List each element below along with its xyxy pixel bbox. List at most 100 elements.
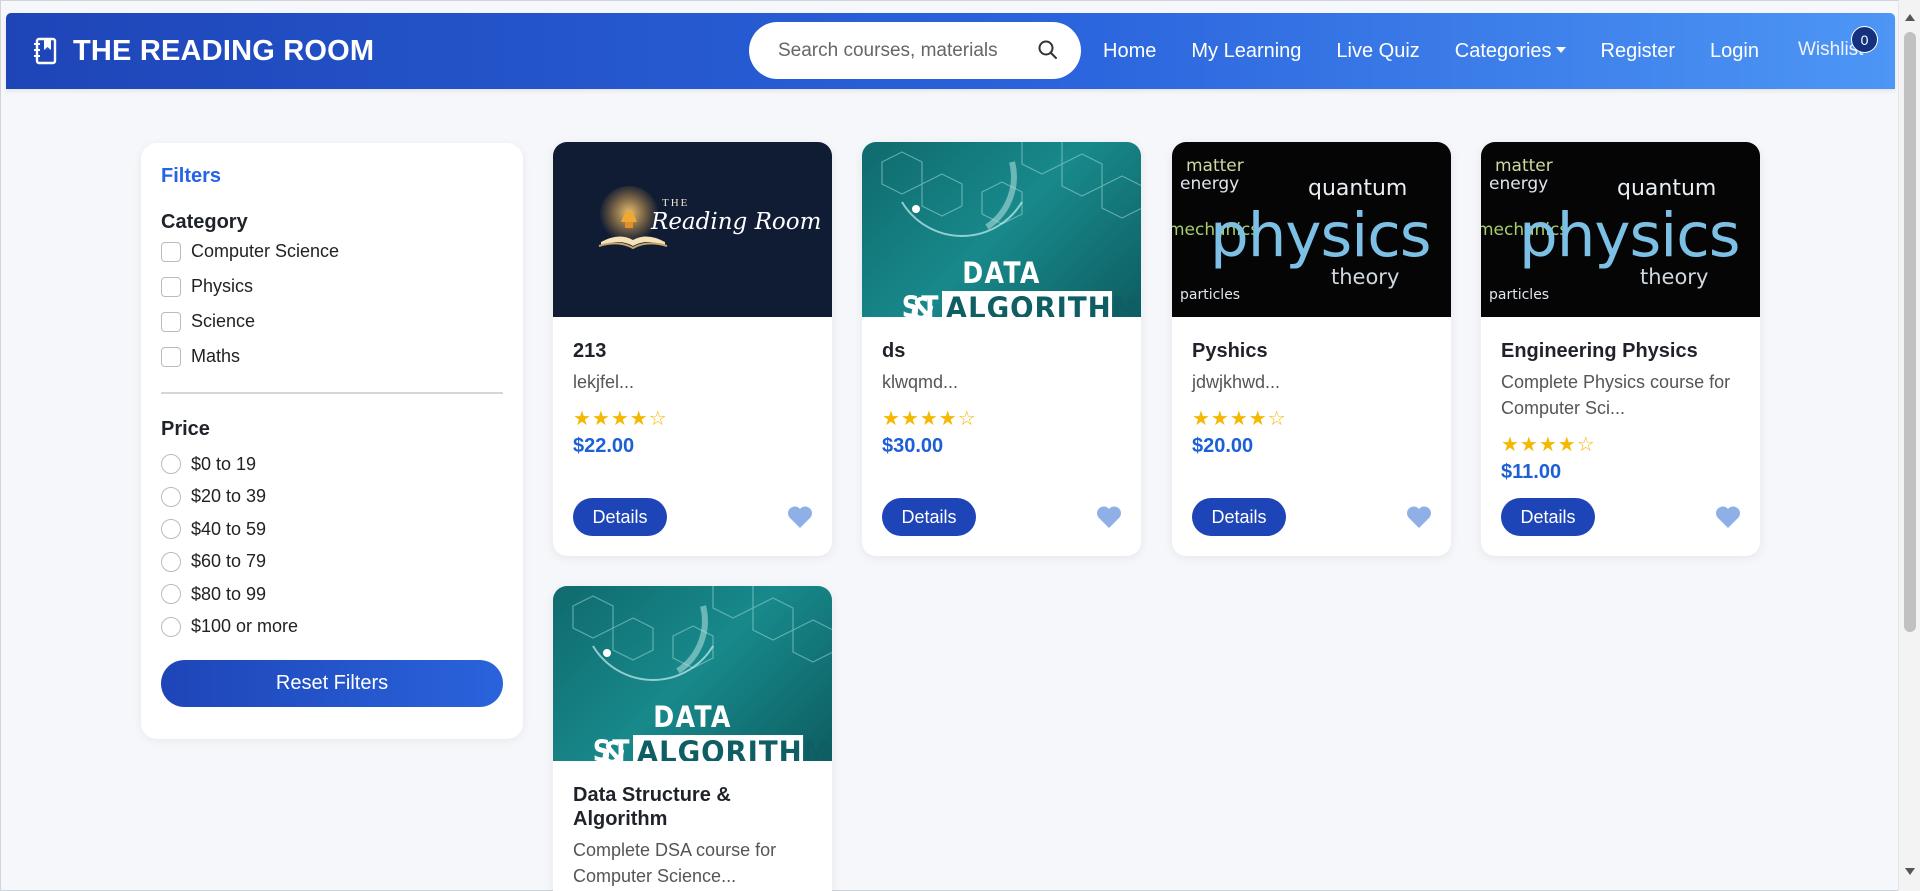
category-option[interactable]: Maths: [161, 339, 503, 374]
book-icon: [34, 37, 57, 65]
course-thumbnail-reading-room: THE Reading Room: [553, 142, 832, 317]
wishlist-count-badge: 0: [1851, 26, 1878, 53]
thumbnail-dsa-amp: &: [910, 292, 936, 317]
brand-title: THE READING ROOM: [73, 34, 375, 67]
course-title[interactable]: Pyshics: [1192, 339, 1431, 363]
course-price: $20.00: [1192, 435, 1254, 457]
word-cloud-text: particles: [1489, 287, 1550, 303]
price-option[interactable]: $60 to 79: [161, 546, 503, 579]
course-price: $22.00: [573, 435, 635, 457]
category-checkbox[interactable]: [161, 241, 181, 262]
price-option[interactable]: $80 to 99: [161, 578, 503, 611]
price-label: $20 to 39: [191, 486, 267, 507]
thumbnail-theory-word: theory: [1640, 265, 1709, 289]
thumbnail-physics-word: physics: [1210, 200, 1432, 271]
category-checkbox[interactable]: [161, 276, 181, 297]
course-thumbnail-physics: matter energy quantum mechanics particle…: [1481, 142, 1760, 317]
course-card[interactable]: matter energy quantum mechanics particle…: [1481, 142, 1760, 556]
word-cloud-text: matter: [1495, 156, 1553, 176]
price-radio[interactable]: [161, 486, 181, 507]
price-label: $80 to 99: [191, 583, 267, 604]
word-cloud-text: energy: [1180, 174, 1240, 194]
nav-my-learning[interactable]: My Learning: [1191, 40, 1301, 63]
price-label: $60 to 79: [191, 551, 267, 572]
category-heading: Category: [161, 211, 248, 233]
nav-register[interactable]: Register: [1601, 40, 1675, 63]
details-button[interactable]: Details: [1192, 498, 1286, 536]
heart-icon[interactable]: [1096, 505, 1122, 529]
search-icon[interactable]: [1037, 39, 1059, 61]
course-thumbnail-physics: matter energy quantum mechanics particle…: [1172, 142, 1451, 317]
word-cloud-text: quantum: [1308, 176, 1408, 201]
category-label: Science: [191, 311, 256, 331]
price-radio[interactable]: [161, 551, 181, 572]
course-card[interactable]: DATA STRUCTURES & ALGORITHMS Data Struct…: [553, 586, 832, 891]
course-card[interactable]: DATA STRUCTURES & ALGORITHMS ds klwqmd..…: [862, 142, 1141, 556]
course-description: klwqmd...: [882, 372, 959, 392]
course-price: $30.00: [882, 435, 944, 457]
category-label: Maths: [191, 346, 241, 366]
thumbnail-reading-room: Reading Room: [651, 209, 822, 235]
scrollbar-thumb[interactable]: [1904, 32, 1916, 632]
scroll-up-arrow-icon[interactable]: [1905, 14, 1915, 21]
price-radio[interactable]: [161, 584, 181, 605]
top-navbar: THE READING ROOM Home My Learning Live Q…: [6, 13, 1895, 89]
word-cloud-text: energy: [1489, 174, 1549, 194]
details-button[interactable]: Details: [573, 498, 667, 536]
nav-home[interactable]: Home: [1103, 40, 1156, 63]
word-cloud-text: quantum: [1617, 176, 1717, 201]
heart-icon[interactable]: [1406, 505, 1432, 529]
search-input[interactable]: [778, 39, 1008, 62]
rating-stars: ★★★★☆: [882, 408, 977, 430]
course-description: Complete Physics course for Computer Sci…: [1501, 372, 1731, 418]
price-label: $40 to 59: [191, 518, 267, 539]
price-radio[interactable]: [161, 519, 181, 540]
course-description: jdwjkhwd...: [1192, 372, 1281, 392]
price-radio[interactable]: [161, 454, 181, 475]
reset-filters-button[interactable]: Reset Filters: [161, 660, 503, 707]
price-radio[interactable]: [161, 616, 181, 637]
category-checkbox[interactable]: [161, 346, 181, 367]
price-option[interactable]: $100 or more: [161, 611, 503, 644]
word-cloud-text: particles: [1180, 287, 1241, 303]
course-title[interactable]: 213: [573, 339, 812, 363]
course-title[interactable]: Engineering Physics: [1501, 339, 1740, 363]
course-card[interactable]: THE Reading Room 213 lekjfel... ★★★★☆ $2…: [553, 142, 832, 556]
filters-panel: Filters Category Computer Science Physic…: [141, 143, 523, 739]
price-label: $100 or more: [191, 616, 299, 637]
category-option[interactable]: Science: [161, 304, 503, 339]
nav-links: Home My Learning Live Quiz Categories Re…: [1103, 13, 1794, 89]
nav-login[interactable]: Login: [1710, 40, 1759, 63]
category-option[interactable]: Physics: [161, 269, 503, 304]
nav-live-quiz[interactable]: Live Quiz: [1336, 40, 1419, 63]
price-heading: Price: [161, 418, 210, 440]
course-title[interactable]: Data Structure & Algorithm: [573, 783, 773, 831]
price-option[interactable]: $20 to 39: [161, 481, 503, 514]
course-description: Complete DSA course for Computer Science…: [573, 840, 777, 886]
filters-title: Filters: [161, 165, 222, 187]
price-option[interactable]: $0 to 19: [161, 448, 503, 481]
page-scrollbar[interactable]: [1898, 0, 1920, 891]
category-option[interactable]: Computer Science: [161, 234, 503, 269]
rating-stars: ★★★★☆: [573, 408, 668, 430]
details-button[interactable]: Details: [1501, 498, 1595, 536]
details-button[interactable]: Details: [882, 498, 976, 536]
brand[interactable]: THE READING ROOM: [34, 35, 374, 68]
rating-stars: ★★★★☆: [1192, 408, 1287, 430]
course-thumbnail-dsa: DATA STRUCTURES & ALGORITHMS: [553, 586, 832, 761]
scroll-down-arrow-icon[interactable]: [1905, 868, 1915, 875]
course-thumbnail-dsa: DATA STRUCTURES & ALGORITHMS: [862, 142, 1141, 317]
price-option[interactable]: $40 to 59: [161, 513, 503, 546]
nav-categories-dropdown[interactable]: Categories: [1455, 40, 1566, 63]
price-label: $0 to 19: [191, 453, 257, 474]
category-label: Computer Science: [191, 241, 340, 261]
category-checkbox[interactable]: [161, 311, 181, 332]
course-price: $11.00: [1501, 461, 1562, 483]
course-card[interactable]: matter energy quantum mechanics particle…: [1172, 142, 1451, 556]
course-description: lekjfel...: [573, 372, 635, 392]
course-title[interactable]: ds: [882, 339, 1121, 363]
heart-icon[interactable]: [1715, 505, 1741, 529]
thumbnail-dsa-line2: ALGORITHMS: [633, 735, 832, 761]
heart-icon[interactable]: [787, 505, 813, 529]
thumbnail-dsa-line2: ALGORITHMS: [942, 291, 1141, 317]
